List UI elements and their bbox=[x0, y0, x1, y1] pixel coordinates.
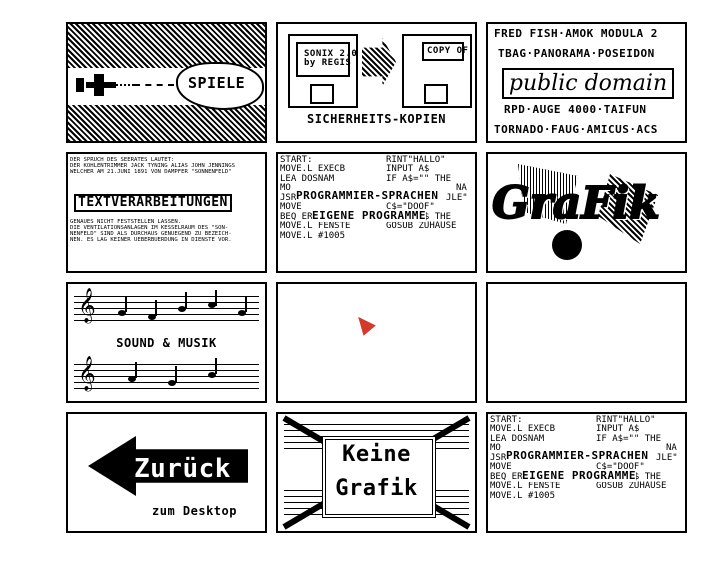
text-line: WELCHER AM 21.JUNI 1891 VON DAMPFER "SON… bbox=[70, 168, 232, 175]
programs-title1: PROGRAMMIER-SPRACHEN bbox=[506, 449, 649, 462]
stem bbox=[135, 362, 137, 378]
pd-title: public domain bbox=[502, 68, 674, 100]
dither-background-top bbox=[68, 24, 265, 68]
programs-title2: EIGENE PROGRAMME bbox=[522, 469, 636, 482]
code-line: MOVE.L #1005 bbox=[490, 490, 556, 501]
tile-graphics[interactable]: GraFik bbox=[486, 152, 687, 273]
stem bbox=[125, 296, 127, 312]
backup-label: SICHERHEITS-KOPIEN bbox=[306, 112, 447, 126]
code-line: JLE" bbox=[446, 192, 468, 203]
disk1-shutter bbox=[310, 84, 334, 104]
music-staff-top bbox=[74, 296, 259, 326]
programs-title2: EIGENE PROGRAMME bbox=[312, 209, 426, 222]
no-graphics-label2: Grafik bbox=[335, 476, 418, 501]
pd-line4: TORNADO·FAUG·AMICUS·ACS bbox=[494, 123, 658, 136]
no-graphics-label1: Keine bbox=[342, 442, 411, 467]
stem bbox=[175, 366, 177, 382]
treble-clef-icon: 𝄞 bbox=[78, 288, 96, 323]
pd-line2: TBAG·PANORAMA·POSEIDON bbox=[498, 47, 655, 60]
black-circle bbox=[552, 230, 582, 260]
code-line: GOSUB ZUHAUSE bbox=[596, 481, 667, 492]
spaceship-icon bbox=[76, 74, 134, 96]
stem bbox=[215, 358, 217, 374]
stem bbox=[215, 290, 217, 306]
treble-clef-icon: 𝄞 bbox=[78, 356, 96, 391]
dither-arrow bbox=[362, 38, 396, 86]
floppy-disk-target: COPY OF bbox=[402, 34, 472, 108]
stem bbox=[185, 292, 187, 308]
pd-line3: RPD·AUGE 4000·TAIFUN bbox=[504, 103, 647, 116]
back-label: Zurück bbox=[134, 454, 231, 484]
back-sub-label: zum Desktop bbox=[152, 504, 237, 518]
tile-no-graphics[interactable]: Keine Grafik bbox=[276, 412, 477, 533]
disk2-shutter bbox=[424, 84, 448, 104]
pd-line1: FRED FISH·AMOK MODULA 2 bbox=[494, 27, 658, 40]
tile-empty-2[interactable] bbox=[486, 282, 687, 403]
tile-public-domain[interactable]: FRED FISH·AMOK MODULA 2 TBAG·PANORAMA·PO… bbox=[486, 22, 687, 143]
stem bbox=[155, 300, 157, 316]
text-top: DER SPRUCH DES SEERATES LAUTET: DER KOHL… bbox=[70, 157, 235, 176]
tile-back[interactable]: Zurück zum Desktop bbox=[66, 412, 267, 533]
music-label: SOUND & MUSIK bbox=[116, 336, 217, 350]
stem bbox=[245, 296, 247, 312]
code-line: JLE" bbox=[656, 452, 678, 463]
tile-music[interactable]: 𝄞 SOUND & MUSIK 𝄞 bbox=[66, 282, 267, 403]
text-bottom: GENAUES NICHT FESTSTELLEN LASSEN. DIE VE… bbox=[70, 219, 232, 243]
tile-empty-1[interactable] bbox=[276, 282, 477, 403]
tile-programs[interactable]: START: MOVE.L EXECB LEA DOSNAM MO JSR MO… bbox=[276, 152, 477, 273]
tile-games[interactable]: SPIELE bbox=[66, 22, 267, 143]
mouse-pointer-icon bbox=[352, 311, 376, 336]
code-line: GOSUB ZUHAUSE bbox=[386, 221, 457, 232]
graphics-label: GraFik bbox=[491, 177, 661, 230]
tile-backup[interactable]: SONIX 2.0 by REGIS COPY OF SICHERHEITS-K… bbox=[276, 22, 477, 143]
disk2-label: COPY OF bbox=[422, 42, 468, 62]
tile-programs-2[interactable]: START: MOVE.L EXECB LEA DOSNAM MO JSR MO… bbox=[486, 412, 687, 533]
laser-line bbox=[134, 84, 174, 86]
disk1-label: SONIX 2.0 by REGIS bbox=[296, 42, 357, 77]
tile-text[interactable]: DER SPRUCH DES SEERATES LAUTET: DER KOHL… bbox=[66, 152, 267, 273]
programs-title1: PROGRAMMIER-SPRACHEN bbox=[296, 189, 439, 202]
text-line: NEN. ES LAG KEINER UEBERBUERDUNG IN DIEN… bbox=[70, 236, 232, 243]
floppy-disk-source: SONIX 2.0 by REGIS bbox=[288, 34, 358, 108]
music-staff-bottom bbox=[74, 364, 259, 394]
code-line: MOVE.L #1005 bbox=[280, 230, 346, 241]
text-title: TEXTVERARBEITUNGEN bbox=[74, 194, 232, 212]
dither-background-bottom bbox=[68, 105, 265, 141]
games-label: SPIELE bbox=[188, 74, 246, 92]
